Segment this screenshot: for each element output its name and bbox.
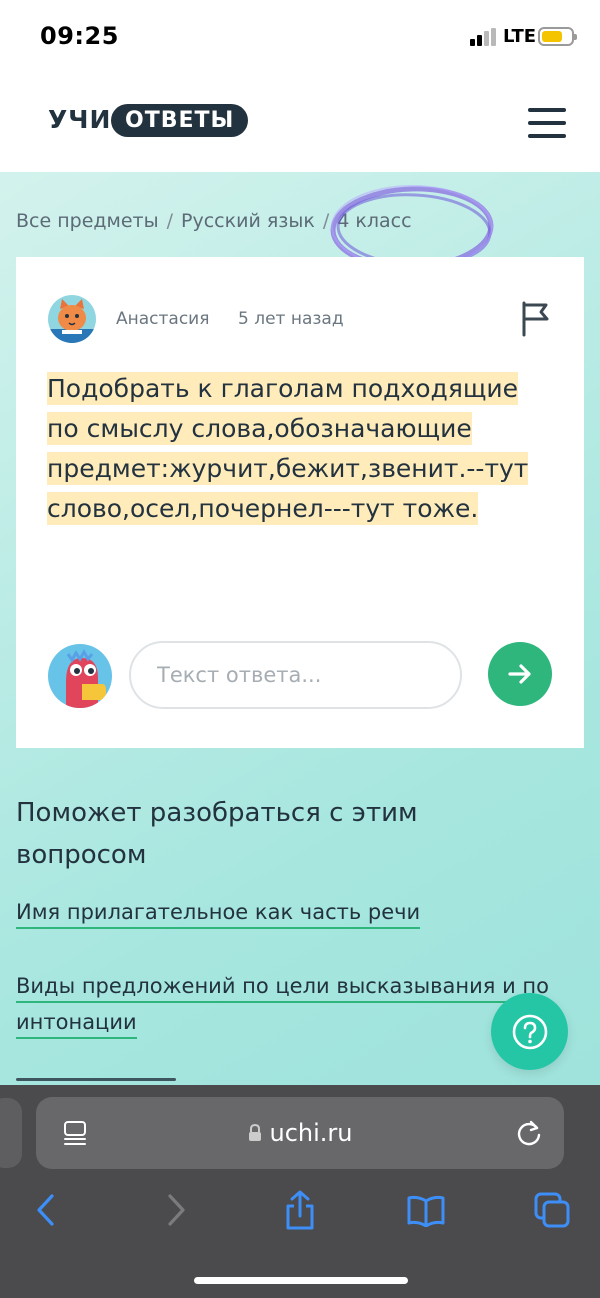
question-card: Анастасия 5 лет назад Подобрать к глагол… bbox=[16, 257, 584, 748]
send-answer-button[interactable] bbox=[488, 642, 552, 706]
status-time: 09:25 bbox=[40, 22, 119, 50]
network-type: LTE bbox=[503, 26, 537, 47]
hamburger-menu-icon[interactable] bbox=[528, 108, 566, 138]
avatar bbox=[48, 644, 112, 708]
breadcrumb-russian[interactable]: Русский язык bbox=[181, 210, 315, 232]
dino-avatar-icon bbox=[66, 648, 106, 708]
share-icon[interactable] bbox=[278, 1185, 322, 1235]
address-bar[interactable]: uchi.ru bbox=[36, 1097, 564, 1169]
related-topic-label: Виды предложений по цели высказывания и … bbox=[16, 974, 549, 1039]
breadcrumb-grade[interactable]: 4 класс bbox=[337, 210, 411, 232]
breadcrumb-all-subjects[interactable]: Все предметы bbox=[16, 210, 159, 232]
breadcrumb-separator: / bbox=[322, 210, 330, 232]
logo-text-otvety[interactable]: ОТВЕТЫ bbox=[111, 104, 249, 137]
back-icon[interactable] bbox=[24, 1185, 68, 1235]
help-section-title: Поможет разобраться с этим вопросом bbox=[16, 798, 418, 870]
flag-icon[interactable] bbox=[520, 301, 552, 337]
battery-icon bbox=[538, 27, 577, 46]
question-text-highlight: Подобрать к глаголам подходящие по смысл… bbox=[47, 372, 529, 525]
question-time: 5 лет назад bbox=[238, 309, 344, 329]
url-text: uchi.ru bbox=[269, 1119, 353, 1147]
site-header: УЧИ ОТВЕТЫ bbox=[0, 76, 600, 172]
reload-icon[interactable] bbox=[514, 1118, 544, 1148]
logo-text-uchi[interactable]: УЧИ bbox=[48, 105, 111, 134]
question-author[interactable]: Анастасия bbox=[116, 309, 209, 329]
bookmarks-icon[interactable] bbox=[404, 1185, 448, 1235]
lock-icon bbox=[248, 1124, 261, 1141]
breadcrumb-separator: / bbox=[166, 210, 174, 232]
main-content: Все предметы / Русский язык / 4 класс Анаста… bbox=[0, 172, 600, 1087]
tabs-icon[interactable] bbox=[530, 1185, 574, 1235]
related-topic-label: Имя прилагательное как часть речи bbox=[16, 900, 421, 929]
url-display[interactable]: uchi.ru bbox=[36, 1119, 564, 1147]
cat-avatar-icon bbox=[48, 299, 96, 343]
clipped-content-edge bbox=[16, 1070, 196, 1084]
avatar[interactable] bbox=[48, 295, 96, 343]
browser-nav bbox=[0, 1185, 600, 1245]
forward-icon[interactable] bbox=[154, 1185, 198, 1235]
signal-strength-icon bbox=[470, 28, 498, 46]
arrow-right-icon bbox=[508, 664, 531, 684]
help-button[interactable] bbox=[491, 993, 568, 1070]
related-topic-link[interactable]: Имя прилагательное как часть речи bbox=[16, 894, 421, 930]
browser-toolbar: uchi.ru bbox=[0, 1085, 600, 1298]
home-indicator[interactable] bbox=[194, 1277, 408, 1284]
previous-tab-preview[interactable] bbox=[0, 1098, 22, 1168]
answer-input[interactable] bbox=[129, 641, 462, 709]
breadcrumb: Все предметы / Русский язык / 4 класс bbox=[16, 210, 412, 232]
status-bar: 09:25 LTE bbox=[0, 0, 600, 76]
question-circle-icon bbox=[512, 1014, 547, 1049]
question-text: Подобрать к глаголам подходящие по смысл… bbox=[47, 369, 547, 529]
